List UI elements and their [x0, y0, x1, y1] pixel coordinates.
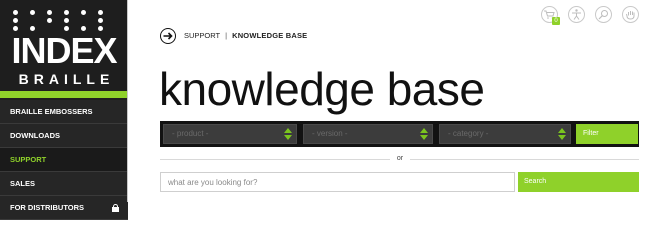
- braille-dot: [81, 18, 86, 23]
- cart-count-badge: 0: [552, 17, 560, 25]
- braille-dot: [81, 10, 86, 15]
- sidebar-item-support[interactable]: SUPPORT: [0, 148, 128, 172]
- logo-accent-bar: [0, 91, 128, 98]
- category-select[interactable]: - category -: [439, 124, 571, 144]
- sidebar-item-label: BRAILLE EMBOSSERS: [10, 107, 93, 116]
- sidebar-edge: [127, 0, 128, 202]
- sidebar-item-label: DOWNLOADS: [10, 131, 60, 140]
- sidebar-item-braille-embossers[interactable]: BRAILLE EMBOSSERS: [0, 100, 128, 124]
- braille-dot: [64, 18, 69, 23]
- version-select-value: - version -: [312, 129, 348, 138]
- select-arrows-icon: [558, 128, 566, 141]
- sidebar-item-downloads[interactable]: DOWNLOADS: [0, 124, 128, 148]
- accessibility-icon[interactable]: [568, 6, 585, 23]
- breadcrumb: SUPPORT | KNOWLEDGE BASE: [184, 31, 307, 41]
- or-label: or: [390, 154, 410, 164]
- breadcrumb-support-link[interactable]: SUPPORT: [184, 31, 220, 40]
- product-select-value: - product -: [172, 129, 209, 138]
- search-input[interactable]: [160, 172, 515, 192]
- filter-bar: - product - - version - - category - Fil…: [160, 121, 639, 147]
- search-icon[interactable]: [595, 6, 612, 23]
- category-select-value: - category -: [448, 129, 489, 138]
- sidebar-item-label: SALES: [10, 179, 36, 188]
- sidebar-nav: BRAILLE EMBOSSERS DOWNLOADS SUPPORT SALE…: [0, 100, 128, 220]
- index-braille-logo[interactable]: INDEX BRAILLE: [0, 0, 128, 98]
- braille-dot: [13, 18, 18, 23]
- logo-index-text: INDEX: [11, 30, 117, 71]
- braille-dot: [47, 18, 52, 23]
- sidebar: INDEX BRAILLE BRAILLE EMBOSSERS DOWNLOAD…: [0, 0, 128, 220]
- version-select[interactable]: - version -: [303, 124, 433, 144]
- sidebar-item-sales[interactable]: SALES: [0, 172, 128, 196]
- braille-dot: [30, 10, 35, 15]
- breadcrumb-current: KNOWLEDGE BASE: [232, 31, 308, 40]
- breadcrumb-separator: |: [225, 31, 228, 40]
- top-icon-bar: 0: [541, 6, 641, 26]
- sidebar-item-label: SUPPORT: [10, 155, 47, 164]
- braille-dot: [47, 10, 52, 15]
- lock-icon: [112, 204, 119, 212]
- select-arrows-icon: [284, 128, 292, 141]
- braille-dot: [98, 18, 103, 23]
- logo-braille-text: BRAILLE: [18, 71, 115, 87]
- braille-dot: [13, 10, 18, 15]
- braille-dot: [98, 10, 103, 15]
- page-title: knowledge base: [159, 63, 485, 115]
- filter-button[interactable]: Filter: [576, 124, 638, 144]
- back-arrow-icon[interactable]: [160, 28, 176, 44]
- hand-icon[interactable]: [622, 6, 639, 23]
- braille-dot: [30, 18, 35, 23]
- cart-icon[interactable]: 0: [541, 6, 560, 25]
- select-arrows-icon: [420, 128, 428, 141]
- product-select[interactable]: - product -: [163, 124, 297, 144]
- sidebar-item-for-distributors[interactable]: FOR DISTRIBUTORS: [0, 196, 128, 220]
- search-button[interactable]: Search: [518, 172, 639, 192]
- braille-dot: [64, 10, 69, 15]
- sidebar-item-label: FOR DISTRIBUTORS: [10, 203, 85, 212]
